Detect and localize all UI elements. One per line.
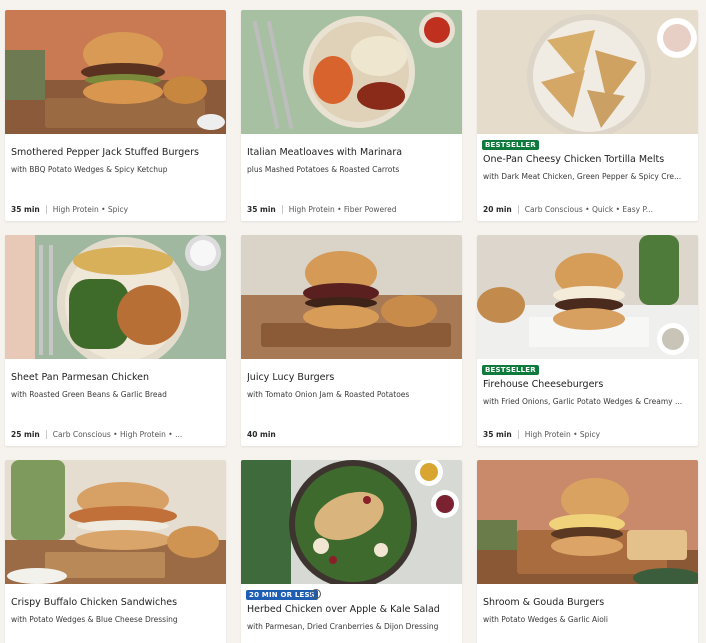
recipe-meta: 35 min High Protein • Spicy <box>11 205 220 214</box>
recipe-photo[interactable] <box>5 235 226 359</box>
recipe-title[interactable]: Italian Meatloaves with Marinara <box>247 147 456 158</box>
bestseller-badge: BESTSELLER <box>482 140 539 150</box>
recipe-photo[interactable] <box>241 235 462 359</box>
recipe-photo[interactable] <box>477 10 698 134</box>
recipe-meta: 35 min High Protein • Fiber Powered <box>247 205 456 214</box>
recipe-card[interactable]: Italian Meatloaves with Marinara plus Ma… <box>241 10 462 221</box>
recipe-title[interactable]: Smothered Pepper Jack Stuffed Burgers <box>11 147 220 158</box>
recipe-meta: 35 min High Protein • Spicy <box>483 430 692 439</box>
recipe-card[interactable]: Smothered Pepper Jack Stuffed Burgers wi… <box>5 10 226 221</box>
cook-time: 25 min <box>11 430 40 439</box>
recipe-title[interactable]: Juicy Lucy Burgers <box>247 372 456 383</box>
cook-time: 20 min <box>483 205 512 214</box>
meta-divider <box>45 205 47 214</box>
recipe-card[interactable]: Juicy Lucy Burgers with Tomato Onion Jam… <box>241 235 462 446</box>
recipe-card[interactable]: BESTSELLER Firehouse Cheeseburgers with … <box>477 235 698 446</box>
recipe-meta: 40 min <box>247 430 456 439</box>
recipe-tags: Carb Conscious • Quick • Easy P... <box>524 205 653 214</box>
quick-badge: 20 MIN OR LESS <box>246 590 318 600</box>
recipe-tags: High Protein • Spicy <box>524 430 601 439</box>
recipe-card[interactable]: 20 MIN OR LESS i Herbed Chicken over App… <box>241 460 462 643</box>
recipe-photo[interactable] <box>477 235 698 359</box>
recipe-tags: Carb Conscious • High Protein • ... <box>52 430 183 439</box>
recipe-subtitle: with Tomato Onion Jam & Roasted Potatoes <box>247 390 410 399</box>
recipe-title[interactable]: Firehouse Cheeseburgers <box>483 379 692 390</box>
meta-divider <box>281 205 283 214</box>
meta-divider <box>517 205 519 214</box>
recipe-photo[interactable] <box>477 460 698 584</box>
cook-time: 35 min <box>11 205 40 214</box>
recipe-meta: 25 min Carb Conscious • High Protein • .… <box>11 430 220 439</box>
recipe-subtitle: with Dark Meat Chicken, Green Pepper & S… <box>483 172 682 181</box>
recipe-meta: 20 min Carb Conscious • Quick • Easy P..… <box>483 205 692 214</box>
recipe-title[interactable]: Shroom & Gouda Burgers <box>483 597 692 608</box>
recipe-photo[interactable] <box>5 460 226 584</box>
recipe-tags: High Protein • Fiber Powered <box>288 205 397 214</box>
recipe-subtitle: plus Mashed Potatoes & Roasted Carrots <box>247 165 400 174</box>
recipe-subtitle: with Roasted Green Beans & Garlic Bread <box>11 390 167 399</box>
recipe-subtitle: with Potato Wedges & Garlic Aioli <box>483 615 608 624</box>
recipe-title[interactable]: Crispy Buffalo Chicken Sandwiches <box>11 597 220 608</box>
recipe-photo[interactable] <box>241 460 462 584</box>
meta-divider <box>517 430 519 439</box>
cook-time: 40 min <box>247 430 276 439</box>
info-icon[interactable]: i <box>311 589 321 599</box>
recipe-subtitle: with Fried Onions, Garlic Potato Wedges … <box>483 397 683 406</box>
meta-divider <box>45 430 47 439</box>
cook-time: 35 min <box>247 205 276 214</box>
recipe-card[interactable]: Crispy Buffalo Chicken Sandwiches with P… <box>5 460 226 643</box>
recipe-photo[interactable] <box>241 10 462 134</box>
recipe-subtitle: with Parmesan, Dried Cranberries & Dijon… <box>247 622 439 631</box>
bestseller-badge: BESTSELLER <box>482 365 539 375</box>
recipe-subtitle: with BBQ Potato Wedges & Spicy Ketchup <box>11 165 168 174</box>
recipe-card[interactable]: Shroom & Gouda Burgers with Potato Wedge… <box>477 460 698 643</box>
cook-time: 35 min <box>483 430 512 439</box>
recipe-title[interactable]: Herbed Chicken over Apple & Kale Salad <box>247 604 456 615</box>
recipe-title[interactable]: Sheet Pan Parmesan Chicken <box>11 372 220 383</box>
recipe-card[interactable]: Sheet Pan Parmesan Chicken with Roasted … <box>5 235 226 446</box>
recipe-photo[interactable] <box>5 10 226 134</box>
recipe-tags: High Protein • Spicy <box>52 205 129 214</box>
recipe-card[interactable]: BESTSELLER One-Pan Cheesy Chicken Tortil… <box>477 10 698 221</box>
recipe-title[interactable]: One-Pan Cheesy Chicken Tortilla Melts <box>483 154 692 165</box>
recipe-subtitle: with Potato Wedges & Blue Cheese Dressin… <box>11 615 178 624</box>
